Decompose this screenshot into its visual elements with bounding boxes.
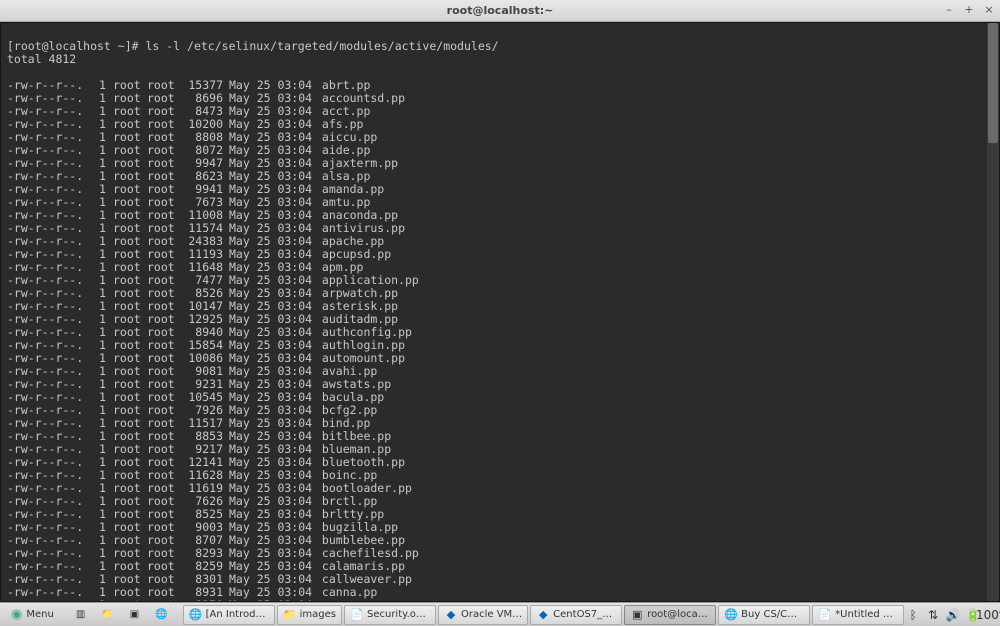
terminal-icon: ▣	[130, 609, 139, 620]
folder-icon: 📁	[101, 609, 113, 620]
task-icon: 📄	[818, 608, 832, 622]
volume-icon[interactable]: 🔊	[946, 608, 960, 622]
file-manager-launcher[interactable]: 📁	[94, 605, 120, 625]
globe-icon: 🌐	[155, 609, 167, 620]
battery-percent: 100%	[986, 608, 1000, 622]
window-controls: – + ×	[942, 2, 996, 16]
task-icon: 📁	[283, 608, 297, 622]
taskbar: ◉ Menu ▥ 📁 ▣ 🌐 🌐[An Introdu…📁images📄Secu…	[0, 602, 1000, 626]
close-icon[interactable]: ×	[982, 2, 996, 16]
task-label: Security.od…	[367, 609, 430, 620]
window-titlebar: root@localhost:~ – + ×	[0, 0, 1000, 22]
task-icon: 🌐	[189, 608, 203, 622]
show-desktop-button[interactable]: ▥	[69, 605, 92, 625]
scroll-thumb[interactable]	[988, 23, 998, 143]
terminal-output[interactable]: [root@localhost ~]# ls -l /etc/selinux/t…	[0, 22, 1000, 602]
task-icon: ◆	[444, 608, 458, 622]
task-label: Oracle VM…	[461, 609, 522, 620]
taskbar-item[interactable]: ◆Oracle VM…	[438, 605, 528, 625]
taskbar-item[interactable]: 📄Security.od…	[344, 605, 436, 625]
desktop-icon: ▥	[76, 609, 85, 620]
task-label: [An Introdu…	[206, 609, 269, 620]
task-icon: 📄	[350, 608, 364, 622]
task-label: images	[300, 609, 336, 620]
task-label: CentOS7_w…	[553, 609, 616, 620]
menu-label: Menu	[26, 609, 53, 620]
minimize-icon[interactable]: –	[942, 2, 956, 16]
taskbar-item[interactable]: 📄*Untitled D…	[812, 605, 904, 625]
network-icon[interactable]: ⇅	[926, 608, 940, 622]
bluetooth-icon[interactable]: ᛒ	[906, 608, 920, 622]
task-icon: 🌐	[724, 608, 738, 622]
total-line: total 4812	[7, 53, 993, 66]
taskbar-item[interactable]: 🌐Buy CS/CU…	[718, 605, 810, 625]
taskbar-item[interactable]: ▣root@local…	[624, 605, 716, 625]
taskbar-item[interactable]: 🌐[An Introdu…	[183, 605, 275, 625]
task-label: root@local…	[647, 609, 710, 620]
browser-launcher[interactable]: 🌐	[148, 605, 174, 625]
maximize-icon[interactable]: +	[962, 2, 976, 16]
task-icon: ◆	[536, 608, 550, 622]
taskbar-item[interactable]: ◆CentOS7_w…	[530, 605, 622, 625]
terminal-scrollbar[interactable]	[987, 23, 999, 601]
window-title: root@localhost:~	[447, 4, 554, 17]
prompt-line: [root@localhost ~]# ls -l /etc/selinux/t…	[7, 39, 499, 53]
system-tray: ᛒ ⇅ 🔊 🔋 100% ⛶ 12:32 ◐	[906, 608, 1000, 622]
menu-button[interactable]: ◉ Menu	[4, 605, 61, 625]
task-label: *Untitled D…	[835, 609, 898, 620]
taskbar-item[interactable]: 📁images	[277, 605, 342, 625]
menu-icon: ◉	[11, 607, 22, 622]
task-label: Buy CS/CU…	[741, 609, 804, 620]
task-icon: ▣	[630, 608, 644, 622]
terminal-launcher[interactable]: ▣	[123, 605, 146, 625]
